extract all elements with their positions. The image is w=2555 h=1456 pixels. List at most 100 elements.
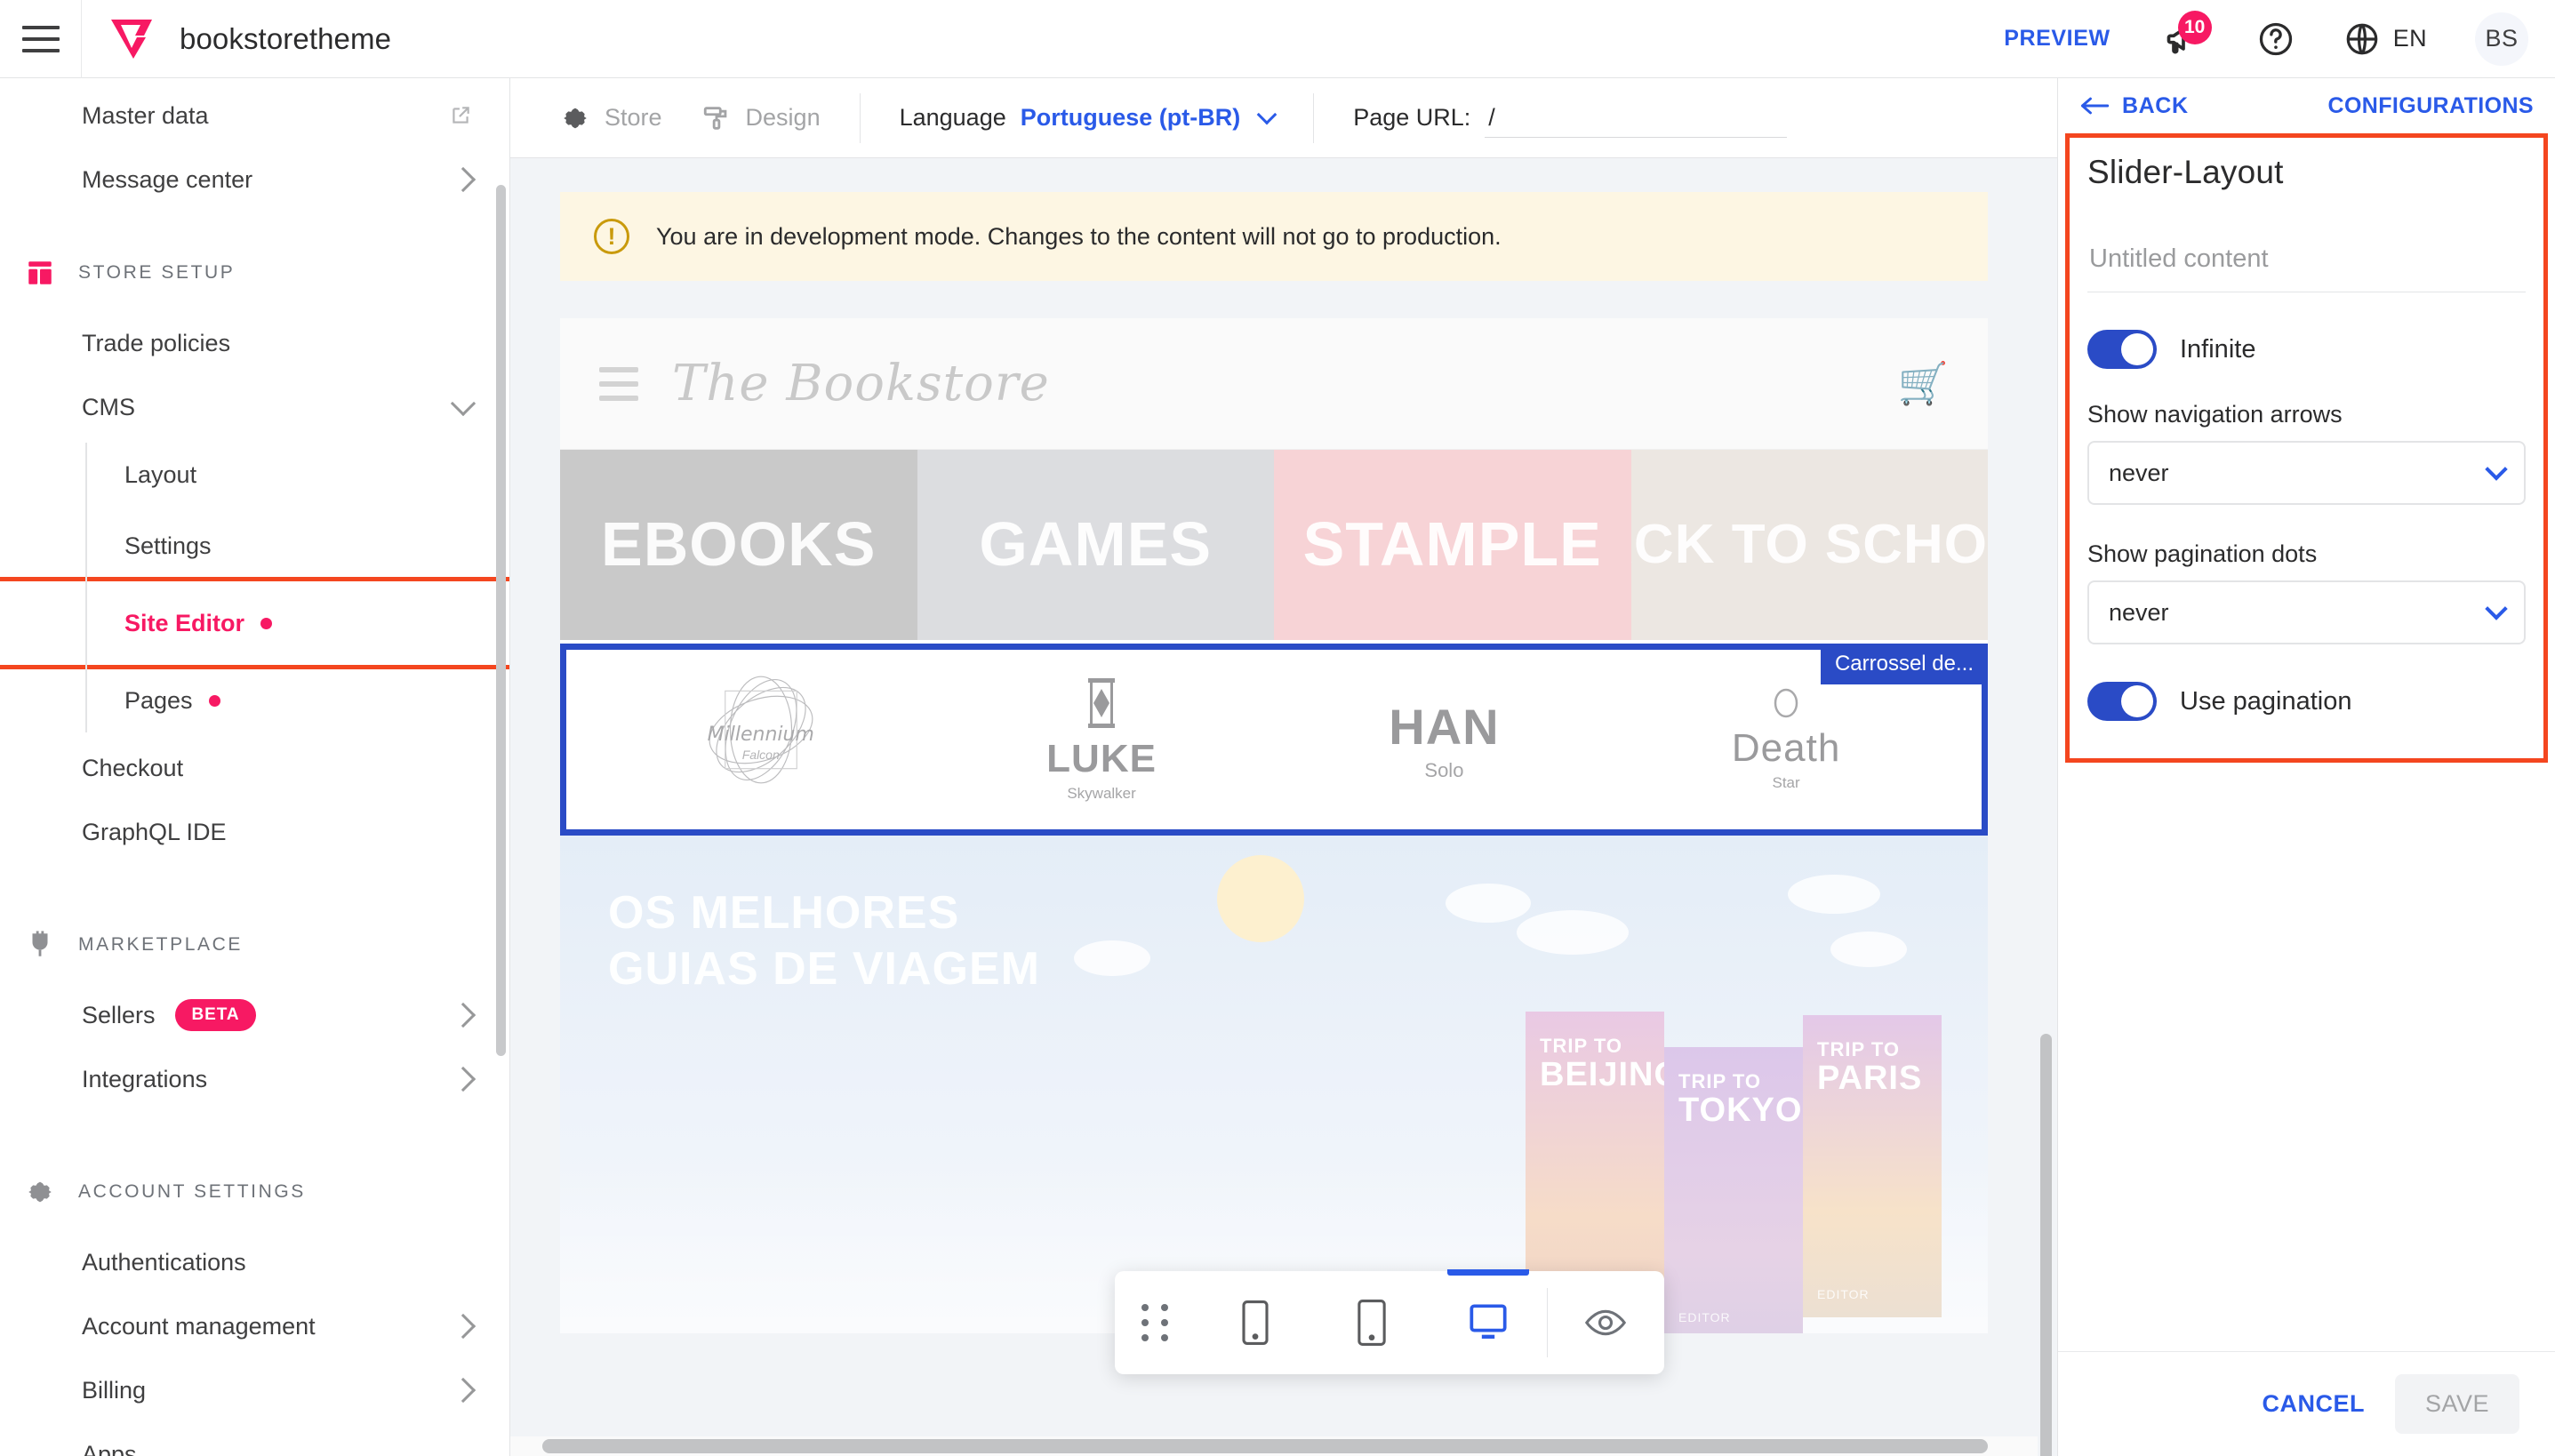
banner-tile[interactable]: GAMES: [917, 450, 1274, 640]
page-url-field-group: Page URL:: [1334, 98, 1806, 138]
main-menu-toggle-button[interactable]: [0, 0, 82, 78]
nav-scroll-region: Master data Message center STORE SETUP T…: [0, 78, 509, 1456]
content-name-input[interactable]: [2087, 236, 2526, 292]
slider-layout-configuration-group: Slider-Layout Infinite Show navigation a…: [2065, 133, 2548, 763]
development-mode-notice: ! You are in development mode. Changes t…: [560, 192, 1988, 281]
preview-eye-button[interactable]: [1548, 1271, 1664, 1374]
beta-badge: BETA: [174, 999, 257, 1031]
sidebar-item-cms[interactable]: CMS: [0, 375, 509, 439]
chevron-right-icon: [450, 1313, 477, 1340]
banner-tile[interactable]: EBOOKS: [560, 450, 917, 640]
brand-logo-item[interactable]: Death Star: [1732, 687, 1840, 792]
sidebar-item-trade-policies[interactable]: Trade policies: [0, 311, 509, 375]
tab-design-label: Design: [745, 104, 821, 131]
mobile-phone-icon: [1241, 1300, 1269, 1345]
sidebar-item-integrations[interactable]: Integrations: [0, 1047, 509, 1111]
device-desktop-button[interactable]: [1430, 1269, 1546, 1374]
travel-section-title: OS MELHORES GUIAS DE VIAGEM: [608, 885, 1040, 998]
language-selector-button[interactable]: EN: [2322, 20, 2448, 58]
brand-logo-item[interactable]: LUKE Skywalker: [1046, 676, 1157, 803]
brand-area: bookstoretheme: [82, 18, 391, 60]
preview-horizontal-scrollbar-thumb[interactable]: [542, 1439, 1988, 1453]
sidebar-item-account-management[interactable]: Account management: [0, 1294, 509, 1358]
sidebar-item-label: Billing: [82, 1376, 147, 1404]
cancel-button[interactable]: CANCEL: [2262, 1390, 2365, 1418]
sidebar-scrollbar-thumb[interactable]: [496, 185, 506, 1056]
tablet-icon: [1358, 1300, 1386, 1346]
banner-tile[interactable]: STAMPLE: [1274, 450, 1631, 640]
navigation-arrows-select[interactable]: never: [2087, 441, 2526, 505]
plug-icon: [32, 931, 48, 956]
page-url-input[interactable]: [1485, 98, 1788, 138]
sidebar-item-apps[interactable]: Apps: [0, 1422, 509, 1456]
sidebar-item-label: GraphQL IDE: [82, 818, 227, 845]
sidebar-item-label: Authentications: [82, 1248, 246, 1276]
drag-handle-icon[interactable]: [1115, 1271, 1197, 1374]
sidebar-item-message-center[interactable]: Message center: [0, 148, 509, 212]
device-preview-toolbar: [1115, 1269, 1664, 1374]
travel-card[interactable]: TRIP TO BEIJING EDITOR: [1526, 1012, 1680, 1305]
save-button[interactable]: SAVE: [2394, 1374, 2519, 1434]
preview-vertical-scrollbar[interactable]: [2039, 158, 2054, 1456]
sidebar-subitem-label: Layout: [124, 460, 197, 488]
use-pagination-toggle-row[interactable]: Use pagination: [2087, 682, 2526, 721]
use-pagination-toggle[interactable]: [2087, 682, 2157, 721]
hamburger-icon: [21, 25, 60, 52]
user-menu-button[interactable]: BS: [2448, 0, 2555, 78]
sidebar-item-label: Checkout: [82, 754, 184, 781]
sidebar-item-sellers[interactable]: Sellers BETA: [0, 983, 509, 1047]
preview-vertical-scrollbar-thumb[interactable]: [2040, 1034, 2052, 1456]
travel-card[interactable]: TRIP TO TOKYO EDITOR: [1664, 1047, 1803, 1333]
sidebar-item-checkout[interactable]: Checkout: [0, 736, 509, 800]
banner-tile[interactable]: BACK TO SCHOOL: [1630, 450, 1988, 640]
pagination-dots-select[interactable]: never: [2087, 580, 2526, 644]
infinite-toggle-row[interactable]: Infinite: [2087, 330, 2526, 369]
sidebar-item-graphql-ide[interactable]: GraphQL IDE: [0, 800, 509, 864]
chevron-right-icon: [450, 1066, 477, 1092]
preview-canvas-inner: ! You are in development mode. Changes t…: [510, 158, 2038, 1436]
sidebar-item-layout[interactable]: Layout: [0, 439, 509, 510]
sidebar-item-authentications[interactable]: Authentications: [0, 1230, 509, 1294]
language-switcher[interactable]: Language Portuguese (pt-BR): [880, 104, 1294, 132]
brand-logo-sub: Solo: [1424, 758, 1464, 781]
device-mobile-button[interactable]: [1197, 1271, 1313, 1374]
hamburger-icon[interactable]: [599, 366, 638, 401]
tab-store-label: Store: [605, 104, 662, 131]
tab-store[interactable]: Store: [541, 103, 682, 133]
cloud-decoration: [1788, 875, 1881, 914]
announcements-button[interactable]: 10: [2137, 0, 2230, 78]
infinite-toggle[interactable]: [2087, 330, 2157, 369]
preview-button[interactable]: PREVIEW: [1977, 26, 2137, 52]
sidebar-item-label: Master data: [82, 101, 209, 129]
travel-guides-section[interactable]: OS MELHORES GUIAS DE VIAGEM TRIP TO BEIJ…: [560, 836, 1988, 1333]
sidebar-item-billing[interactable]: Billing: [0, 1358, 509, 1422]
brand-logo-item[interactable]: HAN Solo: [1389, 698, 1499, 782]
travel-card[interactable]: TRIP TO PARIS EDITOR: [1803, 1015, 1942, 1317]
sidebar-scrollbar[interactable]: [496, 78, 508, 1456]
brand-carousel[interactable]: Millennium Falcon LUKE Skywalker HAN Sol…: [560, 644, 1988, 836]
device-tablet-button[interactable]: [1313, 1271, 1430, 1374]
cloud-decoration: [1445, 884, 1531, 923]
pagination-dots-label: Show pagination dots: [2087, 540, 2318, 567]
banner-label: GAMES: [979, 509, 1213, 580]
back-button-label: BACK: [2122, 92, 2189, 118]
sidebar-item-label: Sellers: [82, 1001, 156, 1028]
sidebar-item-pages[interactable]: Pages: [0, 665, 509, 736]
sidebar-section-store-setup: STORE SETUP: [0, 235, 509, 311]
store-setup-icon: [28, 261, 52, 284]
travel-title-line2: GUIAS DE VIAGEM: [608, 943, 1040, 996]
sidebar-item-settings[interactable]: Settings: [0, 510, 509, 581]
travel-card-kicker: TRIP TO: [1817, 1038, 1900, 1060]
tab-design[interactable]: Design: [682, 103, 840, 133]
preview-horizontal-scrollbar[interactable]: [510, 1436, 2038, 1456]
sidebar-item-site-editor[interactable]: Site Editor: [0, 577, 509, 669]
brand-logo-item[interactable]: Millennium Falcon: [708, 668, 814, 812]
configurations-tab[interactable]: CONFIGURATIONS: [2327, 93, 2534, 119]
configuration-side-panel: BACK CONFIGURATIONS Slider-Layout Infini…: [2057, 78, 2555, 1456]
sidebar-section-label: MARKETPLACE: [78, 934, 243, 955]
sidebar-item-master-data[interactable]: Master data: [0, 84, 509, 148]
help-button[interactable]: [2230, 0, 2322, 78]
back-button[interactable]: BACK: [2079, 93, 2189, 119]
shopping-cart-icon[interactable]: 🛒: [1898, 359, 1949, 408]
infinite-toggle-label: Infinite: [2180, 334, 2256, 364]
